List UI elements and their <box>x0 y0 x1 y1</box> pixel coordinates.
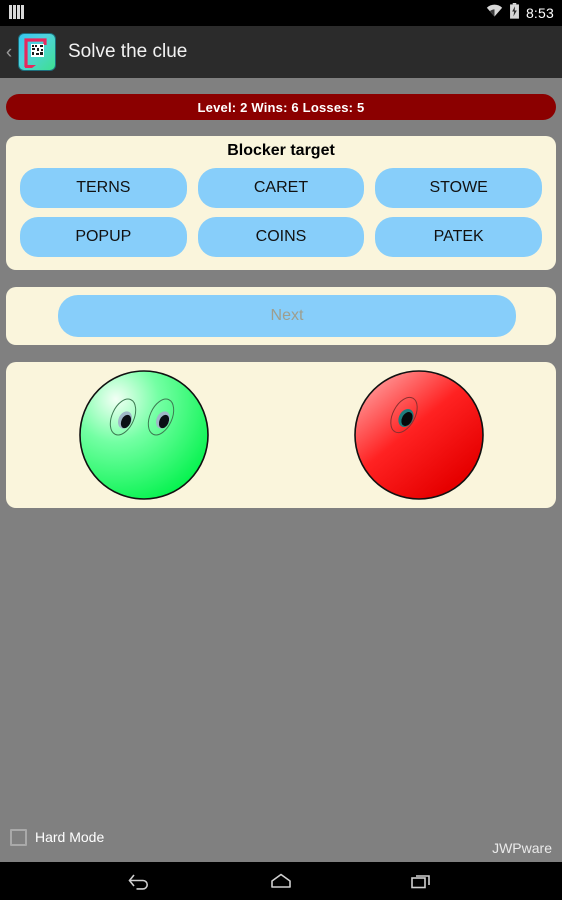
bars-icon <box>8 5 25 20</box>
hangman-qr-app-icon[interactable] <box>18 33 56 71</box>
wifi-icon <box>486 4 503 22</box>
page-title: Solve the clue <box>68 41 188 62</box>
checkbox-box[interactable] <box>10 828 27 846</box>
word-choice-grid: TERNS CARET STOWE POPUP COINS PATEK <box>6 160 556 257</box>
faces-panel <box>6 362 556 508</box>
status-bar-left <box>8 5 486 20</box>
green-face-slot <box>6 368 281 502</box>
faces-row <box>6 362 556 508</box>
back-chevron-icon[interactable]: ‹ <box>0 43 18 62</box>
red-face-slot <box>281 368 556 502</box>
blocker-target-title: Blocker target <box>227 142 335 159</box>
recents-icon[interactable] <box>400 867 444 895</box>
next-button[interactable]: Next <box>58 295 516 337</box>
status-bar: 8:53 <box>0 0 562 26</box>
footer: Hard Mode JWPware <box>0 812 562 862</box>
brand-label: JWPware <box>492 840 552 856</box>
word-button-2[interactable]: CARET <box>197 168 365 208</box>
word-button-6[interactable]: PATEK <box>375 217 542 257</box>
word-button-4[interactable]: POPUP <box>20 217 187 257</box>
red-face[interactable] <box>352 368 486 502</box>
back-arrow-icon[interactable] <box>118 867 162 895</box>
status-clock: 8:53 <box>525 5 554 21</box>
word-button-3[interactable]: STOWE <box>375 168 542 208</box>
home-icon[interactable] <box>259 867 303 895</box>
battery-charging-icon <box>509 2 520 24</box>
green-face[interactable] <box>77 368 211 502</box>
status-bar-right: 8:53 <box>486 2 554 24</box>
next-panel: Next <box>6 287 556 345</box>
status-badge: Level: 2 Wins: 6 Losses: 5 <box>6 94 556 120</box>
blocker-target-panel: Blocker target TERNS CARET STOWE POPUP C… <box>6 136 556 270</box>
android-nav-bar <box>0 862 562 900</box>
word-button-5[interactable]: COINS <box>197 217 365 257</box>
word-button-1[interactable]: TERNS <box>20 168 187 208</box>
hard-mode-label: Hard Mode <box>35 829 105 845</box>
app-screen: 8:53 ‹ Solve the clue Level: 2 Wins: 6 L… <box>0 0 562 900</box>
app-bar: ‹ Solve the clue <box>0 26 562 78</box>
hard-mode-checkbox[interactable]: Hard Mode <box>10 828 492 846</box>
